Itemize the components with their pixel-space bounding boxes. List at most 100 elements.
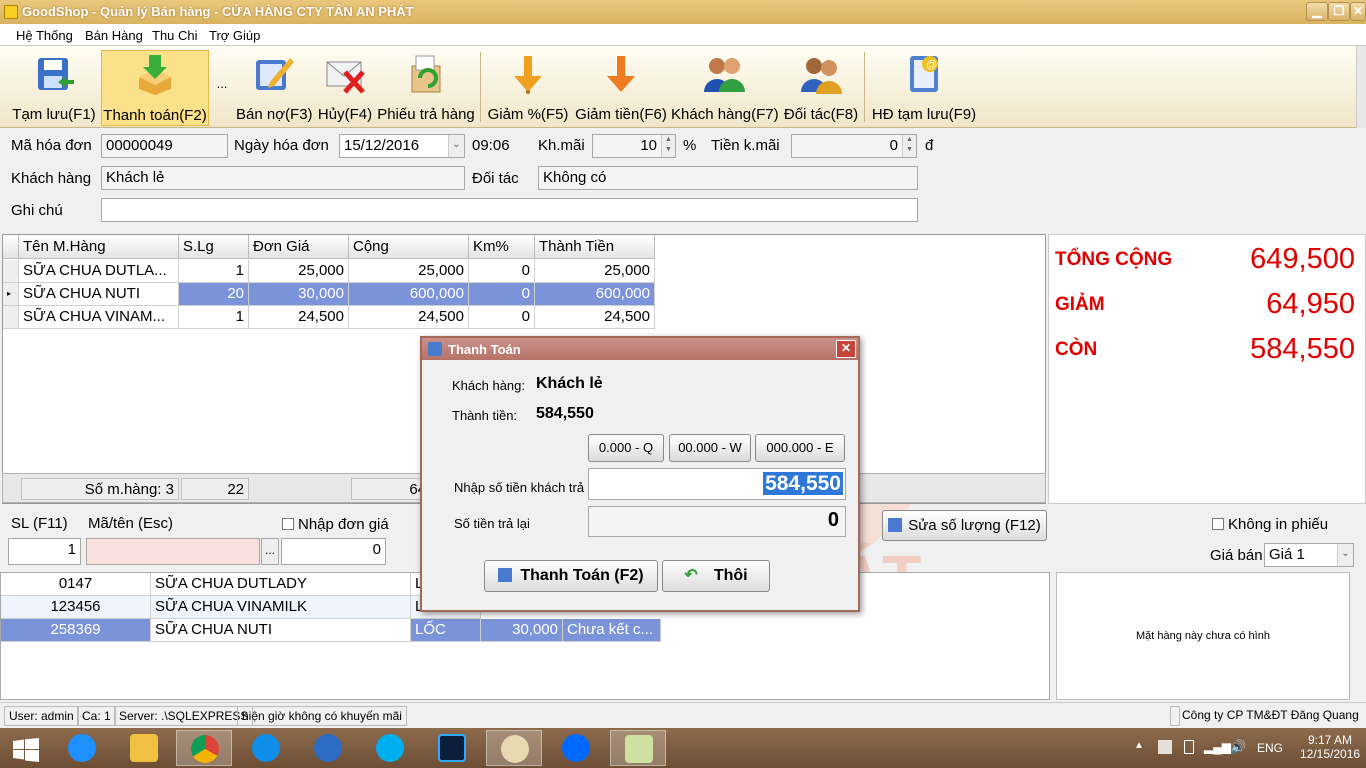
cell-thanh-tien[interactable]: 25,000 [535,260,655,283]
network-icon[interactable]: ▂▄▆ [1204,740,1231,754]
cell-don-gia[interactable]: 25,000 [249,260,349,283]
list-ten[interactable]: SỮA CHUA NUTI [151,619,411,642]
cell-ten-hang[interactable]: SỮA CHUA DUTLA... [19,260,179,283]
giam-phan-tram-button[interactable]: Giảm %(F5) [486,50,570,126]
taskbar-chrome[interactable] [176,730,232,766]
taskbar-goodshop[interactable] [610,730,666,766]
list-ma[interactable]: 258369 [1,619,151,642]
tray-show-hidden-icon[interactable]: ▲ [1134,740,1144,751]
chevron-down-icon[interactable]: ⌄ [448,135,464,157]
start-button[interactable] [0,730,52,766]
tien-khuyen-mai-field[interactable]: 0 ▲ ▼ [791,134,917,158]
battery-icon[interactable] [1184,740,1194,754]
taskbar-zalo[interactable] [548,730,604,766]
col-thanh-tien[interactable]: Thành Tiền [535,235,655,259]
spin-arrows-icon[interactable]: ▲ ▼ [661,135,675,157]
col-cong[interactable]: Cộng [349,235,469,259]
so-luong-input[interactable]: 1 [8,538,81,565]
taskbar-paint[interactable] [486,730,542,766]
list-ma[interactable]: 123456 [1,596,151,619]
quick-w-button[interactable]: 00.000 - W [669,434,751,462]
cell-km[interactable]: 0 [469,283,535,306]
cell-thanh-tien[interactable]: 24,500 [535,306,655,329]
ma-ten-input[interactable] [86,538,260,565]
hd-tam-luu-button[interactable]: @ HĐ tạm lưu(F9) [870,50,978,126]
cell-cong[interactable]: 600,000 [349,283,469,306]
giam-tien-button[interactable]: Giảm tiền(F6) [575,50,667,126]
cell-ten-hang[interactable]: SỮA CHUA NUTI [19,283,179,306]
gia-ban-select[interactable]: Giá 1 ⌄ [1264,543,1354,567]
cell-don-gia[interactable]: 30,000 [249,283,349,306]
cell-so-luong[interactable]: 20 [179,283,249,306]
ngay-hoa-don-field[interactable]: 15/12/2016 ⌄ [339,134,465,158]
cell-thanh-tien[interactable]: 600,000 [535,283,655,306]
checkbox-icon[interactable] [282,518,294,530]
nhap-don-gia-checkbox[interactable]: Nhập đơn giá [282,516,389,533]
cell-ten-hang[interactable]: SỮA CHUA VINAM... [19,306,179,329]
don-gia-input[interactable]: 0 [281,538,386,565]
cell-cong[interactable]: 25,000 [349,260,469,283]
cell-so-luong[interactable]: 1 [179,260,249,283]
close-button[interactable]: ✕ [1350,2,1366,21]
col-don-gia[interactable]: Đơn Giá [249,235,349,259]
khach-hang-field[interactable]: Khách lẻ [101,166,465,190]
cell-so-luong[interactable]: 1 [179,306,249,329]
ghi-chu-field[interactable] [101,198,918,222]
huy-button[interactable]: Hủy(F4) [316,50,374,126]
thanh-toan-button[interactable]: Thanh toán(F2) [101,50,209,126]
taskbar-photoshop[interactable] [424,730,480,766]
tray-flag-icon[interactable] [1158,740,1172,754]
menu-ban-hang[interactable]: Bán Hàng [85,28,143,43]
row-selector[interactable] [3,306,19,329]
taskbar-skype[interactable] [362,730,418,766]
col-ten-hang[interactable]: Tên M.Hàng [19,235,179,259]
taskbar-teamviewer[interactable] [238,730,294,766]
list-ten[interactable]: SỮA CHUA VINAMILK [151,596,411,619]
dialog-thoi-button[interactable]: ↶ Thôi [662,560,770,592]
cell-don-gia[interactable]: 24,500 [249,306,349,329]
minimize-button[interactable]: ▁ [1306,2,1328,21]
dialog-thanh-toan-button[interactable]: Thanh Toán (F2) [484,560,658,592]
list-ma[interactable]: 0147 [1,573,151,596]
taskbar-remote[interactable] [300,730,356,766]
doi-tac-field[interactable]: Không có [538,166,918,190]
col-so-luong[interactable]: S.Lg [179,235,249,259]
taskbar-explorer[interactable] [116,730,172,766]
volume-icon[interactable]: 🔊 [1230,739,1246,755]
dialog-close-button[interactable]: ✕ [836,340,856,358]
current-row-arrow-icon[interactable]: ▸ [3,283,19,306]
taskbar-ie[interactable] [54,730,110,766]
nhap-so-tien-input[interactable]: 584,550 [588,468,846,500]
toolbar-scrollbar[interactable] [1356,46,1366,128]
phieu-tra-hang-button[interactable]: Phiếu trả hàng [377,50,475,126]
spin-arrows-icon[interactable]: ▲ ▼ [902,135,916,157]
col-km[interactable]: Km% [469,235,535,259]
cell-km[interactable]: 0 [469,306,535,329]
sua-so-luong-button[interactable]: Sửa số lượng (F12) [882,510,1047,541]
browse-button[interactable]: ... [261,538,279,565]
menu-thu-chi[interactable]: Thu Chi [152,28,198,43]
toolbar-more-button[interactable]: ... [211,76,233,106]
maximize-button[interactable]: ❐ [1328,2,1350,21]
cell-km[interactable]: 0 [469,260,535,283]
khach-hang-button[interactable]: Khách hàng(F7) [671,50,779,126]
menu-he-thong[interactable]: Hệ Thống [16,28,73,43]
tam-luu-button[interactable]: Tạm lưu(F1) [10,50,98,126]
language-indicator[interactable]: ENG [1257,741,1283,755]
menu-tro-giup[interactable]: Trợ Giúp [209,28,260,43]
ma-hoa-don-field[interactable]: 00000049 [101,134,228,158]
list-gia[interactable]: 30,000 [481,619,563,642]
row-selector[interactable] [3,260,19,283]
list-ten[interactable]: SỮA CHUA DUTLADY [151,573,411,596]
checkbox-icon[interactable] [1212,518,1224,530]
cell-cong[interactable]: 24,500 [349,306,469,329]
khuyen-mai-field[interactable]: 10 ▲ ▼ [592,134,676,158]
list-dvt[interactable]: LỐC [411,619,481,642]
chevron-down-icon[interactable]: ⌄ [1337,544,1353,566]
doi-tac-button[interactable]: Đối tác(F8) [782,50,860,126]
khong-in-phieu-checkbox[interactable]: Không in phiếu [1212,516,1328,533]
ban-no-button[interactable]: Bán nợ(F3) [236,50,313,126]
list-ghi-chu[interactable]: Chưa kết c... [563,619,661,642]
clock[interactable]: 9:17 AM 12/15/2016 [1300,733,1360,761]
quick-q-button[interactable]: 0.000 - Q [588,434,664,462]
